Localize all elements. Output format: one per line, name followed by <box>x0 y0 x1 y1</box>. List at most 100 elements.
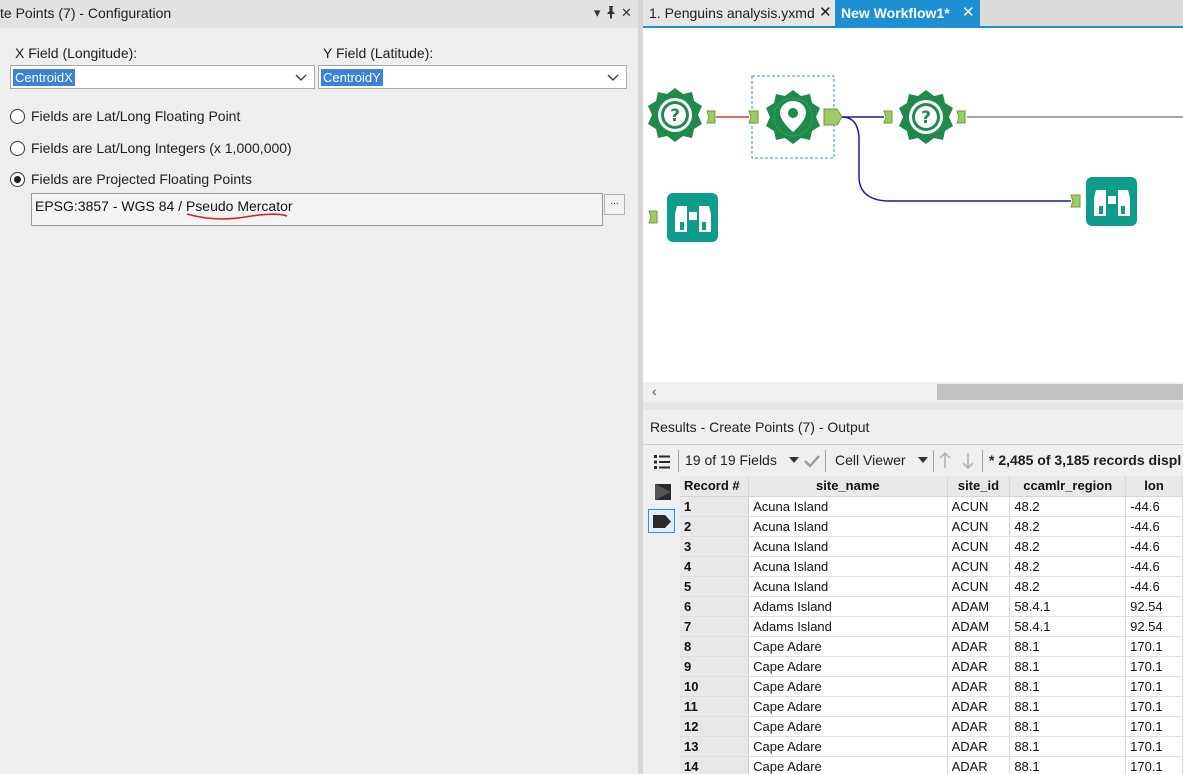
panel-menu-icon[interactable]: ▾ <box>594 4 601 22</box>
table-cell[interactable]: 170.1 <box>1125 756 1183 774</box>
column-header[interactable]: site_id <box>947 476 1011 497</box>
table-cell[interactable]: 48.2 <box>1009 536 1127 557</box>
record-number-cell[interactable]: 3 <box>680 536 750 557</box>
caret-down-icon[interactable] <box>917 455 929 465</box>
column-header[interactable]: ccamlr_region <box>1009 476 1127 497</box>
record-number-cell[interactable]: 1 <box>680 496 750 517</box>
radio-projected-float[interactable]: Fields are Projected Floating Points <box>10 169 252 189</box>
table-cell[interactable]: Acuna Island <box>748 576 948 597</box>
table-cell[interactable]: ADAR <box>947 756 1011 774</box>
table-cell[interactable]: 170.1 <box>1125 656 1183 677</box>
table-cell[interactable]: Cape Adare <box>748 656 948 677</box>
table-row[interactable]: 1 Acuna Island ACUN 48.2 -44.6 <box>680 496 1183 517</box>
output-anchor[interactable] <box>706 110 716 124</box>
table-cell[interactable]: Cape Adare <box>748 736 948 757</box>
table-cell[interactable]: Acuna Island <box>748 516 948 537</box>
input-anchor[interactable] <box>1070 194 1081 208</box>
radio-latlong-integers[interactable]: Fields are Lat/Long Integers (x 1,000,00… <box>10 138 292 158</box>
table-cell[interactable]: 88.1 <box>1009 636 1127 657</box>
pin-icon[interactable] <box>606 6 616 25</box>
record-number-cell[interactable]: 11 <box>680 696 750 717</box>
table-cell[interactable]: 48.2 <box>1009 496 1127 517</box>
table-cell[interactable]: 88.1 <box>1009 696 1127 717</box>
table-cell[interactable]: ACUN <box>947 576 1011 597</box>
table-cell[interactable]: Cape Adare <box>748 756 948 774</box>
record-number-cell[interactable]: 4 <box>680 556 750 577</box>
browse-tool-2[interactable] <box>1086 177 1137 226</box>
radio-button-selected[interactable] <box>10 171 25 187</box>
table-cell[interactable]: ADAR <box>947 716 1011 737</box>
caret-down-icon[interactable] <box>788 455 800 465</box>
table-cell[interactable]: Acuna Island <box>748 556 948 577</box>
scrollbar-thumb[interactable] <box>937 384 1183 400</box>
pane-divider[interactable] <box>643 402 1183 410</box>
arrow-down-icon[interactable] <box>962 452 974 469</box>
table-cell[interactable]: -44.6 <box>1125 516 1183 537</box>
record-number-cell[interactable]: 5 <box>680 576 750 597</box>
column-header[interactable]: lon <box>1125 476 1183 497</box>
record-number-cell[interactable]: 6 <box>680 596 750 617</box>
y-field-select[interactable]: CentroidY <box>318 65 627 89</box>
table-row[interactable]: 13 Cape Adare ADAR 88.1 170.1 <box>680 736 1183 757</box>
record-number-cell[interactable]: 13 <box>680 736 750 757</box>
arrow-up-icon[interactable] <box>939 452 951 469</box>
table-row[interactable]: 4 Acuna Island ACUN 48.2 -44.6 <box>680 556 1183 577</box>
close-tab-icon[interactable]: ✕ <box>819 3 832 21</box>
table-cell[interactable]: ACUN <box>947 536 1011 557</box>
table-cell[interactable]: Adams Island <box>748 616 948 637</box>
table-cell[interactable]: Adams Island <box>748 596 948 617</box>
table-cell[interactable]: 48.2 <box>1009 576 1127 597</box>
table-cell[interactable]: 48.2 <box>1009 556 1127 577</box>
table-cell[interactable]: ADAR <box>947 696 1011 717</box>
table-cell[interactable]: ACUN <box>947 496 1011 517</box>
table-row[interactable]: 11 Cape Adare ADAR 88.1 170.1 <box>680 696 1183 717</box>
radio-button[interactable] <box>10 108 25 124</box>
table-cell[interactable]: ADAM <box>947 616 1011 637</box>
table-cell[interactable]: Cape Adare <box>748 676 948 697</box>
close-panel-icon[interactable]: ✕ <box>621 4 632 22</box>
table-row[interactable]: 8 Cape Adare ADAR 88.1 170.1 <box>680 636 1183 657</box>
output-anchor[interactable] <box>956 110 966 124</box>
results-grid[interactable]: Record # site_name site_id ccamlr_region… <box>680 476 1183 774</box>
input-anchor[interactable] <box>648 210 658 224</box>
table-cell[interactable]: 92.54 <box>1125 616 1183 637</box>
projection-browse-button[interactable]: ... <box>604 194 625 215</box>
table-cell[interactable]: 170.1 <box>1125 736 1183 757</box>
table-row[interactable]: 2 Acuna Island ACUN 48.2 -44.6 <box>680 516 1183 537</box>
table-cell[interactable]: -44.6 <box>1125 556 1183 577</box>
column-header[interactable]: site_name <box>748 476 948 497</box>
record-number-cell[interactable]: 12 <box>680 716 750 737</box>
radio-latlong-float[interactable]: Fields are Lat/Long Floating Point <box>10 106 240 126</box>
tab-penguins-analysis[interactable]: 1. Penguins analysis.yxmd ✕ <box>643 0 835 26</box>
table-cell[interactable]: 88.1 <box>1009 676 1127 697</box>
table-cell[interactable]: ACUN <box>947 556 1011 577</box>
table-cell[interactable]: 88.1 <box>1009 756 1127 774</box>
tab-new-workflow[interactable]: New Workflow1* ✕ <box>835 0 980 26</box>
table-cell[interactable]: 58.4.1 <box>1009 596 1127 617</box>
browse-tool[interactable] <box>667 193 718 242</box>
question-tool-2[interactable]: ? <box>899 90 953 144</box>
table-cell[interactable]: Cape Adare <box>748 636 948 657</box>
table-row[interactable]: 12 Cape Adare ADAR 88.1 170.1 <box>680 716 1183 737</box>
output-anchor[interactable] <box>823 108 843 126</box>
table-cell[interactable]: 170.1 <box>1125 696 1183 717</box>
table-cell[interactable]: 58.4.1 <box>1009 616 1127 637</box>
table-cell[interactable]: 92.54 <box>1125 596 1183 617</box>
column-header[interactable]: Record # <box>680 476 750 497</box>
table-cell[interactable]: ACUN <box>947 516 1011 537</box>
table-row[interactable]: 14 Cape Adare ADAR 88.1 170.1 <box>680 756 1183 774</box>
table-row[interactable]: 7 Adams Island ADAM 58.4.1 92.54 <box>680 616 1183 637</box>
record-number-cell[interactable]: 10 <box>680 676 750 697</box>
metadata-view-button[interactable] <box>648 509 675 533</box>
table-cell[interactable]: 88.1 <box>1009 716 1127 737</box>
radio-button[interactable] <box>10 140 25 156</box>
table-row[interactable]: 6 Adams Island ADAM 58.4.1 92.54 <box>680 596 1183 617</box>
table-cell[interactable]: Cape Adare <box>748 696 948 717</box>
table-cell[interactable]: ADAR <box>947 676 1011 697</box>
table-cell[interactable]: -44.6 <box>1125 496 1183 517</box>
record-number-cell[interactable]: 8 <box>680 636 750 657</box>
input-anchor[interactable] <box>883 110 893 124</box>
table-row[interactable]: 10 Cape Adare ADAR 88.1 170.1 <box>680 676 1183 697</box>
question-tool[interactable]: ? <box>648 88 702 142</box>
table-cell[interactable]: 48.2 <box>1009 516 1127 537</box>
